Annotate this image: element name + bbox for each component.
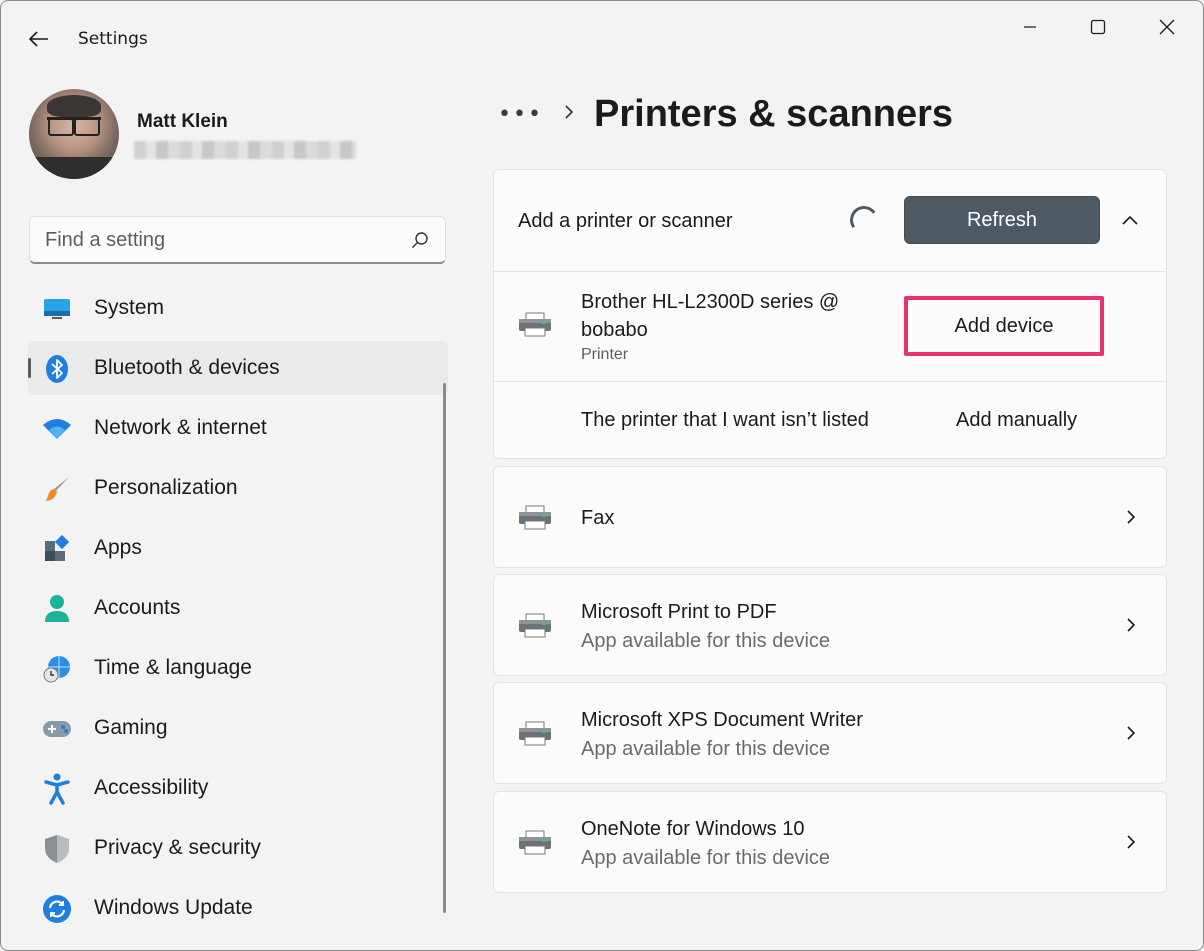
apps-icon — [42, 534, 72, 564]
sidebar-item-apps[interactable]: Apps — [28, 521, 448, 575]
sync-icon — [42, 894, 72, 924]
printer-item-fax[interactable]: Fax — [493, 466, 1167, 568]
sidebar-item-windows-update[interactable]: Windows Update — [28, 881, 448, 935]
chevron-right-icon — [1122, 832, 1140, 852]
printer-icon — [519, 312, 551, 337]
accessibility-icon — [42, 773, 72, 805]
system-monitor-icon — [42, 294, 72, 324]
sidebar-item-personalization[interactable]: Personalization — [28, 461, 448, 515]
sidebar-item-accessibility[interactable]: Accessibility — [28, 761, 448, 815]
add-printer-card: Add a printer or scanner Refresh Brother… — [493, 169, 1167, 459]
close-button[interactable] — [1144, 11, 1190, 43]
sidebar-item-label: Time & language — [94, 656, 252, 679]
person-icon — [42, 594, 72, 624]
search-icon[interactable] — [411, 231, 429, 253]
user-email-redacted — [134, 141, 356, 159]
sidebar-item-label: Privacy & security — [94, 836, 261, 859]
printer-name: OneNote for Windows 10 — [581, 818, 805, 840]
sidebar-item-system[interactable]: System — [28, 281, 448, 335]
user-name: Matt Klein — [137, 111, 228, 132]
printer-item-onenote[interactable]: OneNote for Windows 10 App available for… — [493, 791, 1167, 893]
printer-icon — [519, 721, 551, 746]
refresh-button[interactable]: Refresh — [904, 196, 1100, 244]
not-listed-text: The printer that I want isn’t listed — [581, 409, 869, 431]
sidebar-item-label: Accounts — [94, 596, 181, 619]
paintbrush-icon — [42, 474, 72, 504]
page-title: Printers & scanners — [594, 92, 954, 135]
wifi-icon — [42, 414, 72, 444]
sidebar-item-time-language[interactable]: Time & language — [28, 641, 448, 695]
sidebar-item-label: Gaming — [94, 716, 168, 739]
printer-item-print-to-pdf[interactable]: Microsoft Print to PDF App available for… — [493, 574, 1167, 676]
sidebar-item-label: Windows Update — [94, 896, 253, 919]
add-device-button[interactable]: Add device — [904, 296, 1104, 356]
gamepad-icon — [42, 714, 72, 744]
printer-subtitle: App available for this device — [581, 847, 831, 869]
add-manually-button[interactable]: Add manually — [956, 409, 1077, 432]
close-icon — [1159, 19, 1175, 35]
maximize-icon — [1090, 19, 1106, 35]
chevron-right-icon — [1122, 723, 1140, 743]
sidebar-scrollbar[interactable] — [443, 383, 446, 913]
chevron-right-icon — [564, 104, 574, 124]
arrow-left-icon — [29, 31, 48, 47]
printer-item-xps-writer[interactable]: Microsoft XPS Document Writer App availa… — [493, 682, 1167, 784]
title-bar: Settings — [1, 1, 1203, 77]
shield-icon — [42, 834, 72, 864]
printer-name: Microsoft XPS Document Writer — [581, 709, 863, 731]
avatar[interactable] — [29, 89, 119, 179]
printer-icon — [519, 830, 551, 855]
sidebar-item-gaming[interactable]: Gaming — [28, 701, 448, 755]
manual-add-row: The printer that I want isn’t listed Add… — [494, 382, 1166, 460]
device-type: Printer — [581, 346, 629, 363]
app-title: Settings — [78, 29, 148, 49]
sidebar-item-bluetooth-devices[interactable]: Bluetooth & devices — [28, 341, 448, 395]
sidebar-item-label: Accessibility — [94, 776, 209, 799]
printer-icon — [519, 505, 551, 530]
back-button[interactable] — [23, 23, 55, 55]
bluetooth-icon — [42, 354, 72, 384]
globe-clock-icon — [42, 654, 72, 684]
breadcrumb-more-button[interactable]: ••• — [498, 102, 541, 127]
printer-name: Fax — [581, 507, 615, 529]
printer-icon — [519, 613, 551, 638]
sidebar-item-accounts[interactable]: Accounts — [28, 581, 448, 635]
maximize-button[interactable] — [1075, 11, 1121, 43]
chevron-right-icon — [1122, 507, 1140, 527]
settings-window: Settings Matt Klein System — [0, 0, 1204, 951]
chevron-right-icon — [1122, 615, 1140, 635]
sidebar-item-label: Personalization — [94, 476, 238, 499]
sidebar-item-label: Bluetooth & devices — [94, 356, 280, 379]
add-printer-label: Add a printer or scanner — [518, 210, 733, 232]
chevron-up-icon — [1122, 215, 1138, 225]
sidebar-item-network[interactable]: Network & internet — [28, 401, 448, 455]
discovered-device-row: Brother HL-L2300D series @ bobabo Printe… — [494, 272, 1166, 382]
add-printer-header: Add a printer or scanner Refresh — [494, 170, 1166, 272]
collapse-button[interactable] — [1116, 206, 1144, 234]
search-box — [29, 216, 446, 264]
minimize-icon — [1024, 26, 1036, 28]
device-name: Brother HL-L2300D series @ bobabo — [581, 291, 840, 341]
sidebar-item-label: Network & internet — [94, 416, 267, 439]
search-input[interactable] — [45, 227, 395, 253]
loading-spinner-icon — [847, 203, 881, 237]
sidebar-item-privacy-security[interactable]: Privacy & security — [28, 821, 448, 875]
sidebar-nav: System Bluetooth & devices Network & int… — [28, 281, 448, 941]
printer-subtitle: App available for this device — [581, 630, 831, 652]
printer-subtitle: App available for this device — [581, 738, 831, 760]
sidebar-item-label: System — [94, 296, 165, 319]
sidebar-item-label: Apps — [94, 536, 142, 559]
breadcrumb: ••• Printers & scanners — [498, 89, 953, 139]
printer-name: Microsoft Print to PDF — [581, 601, 777, 623]
minimize-button[interactable] — [1007, 11, 1053, 43]
